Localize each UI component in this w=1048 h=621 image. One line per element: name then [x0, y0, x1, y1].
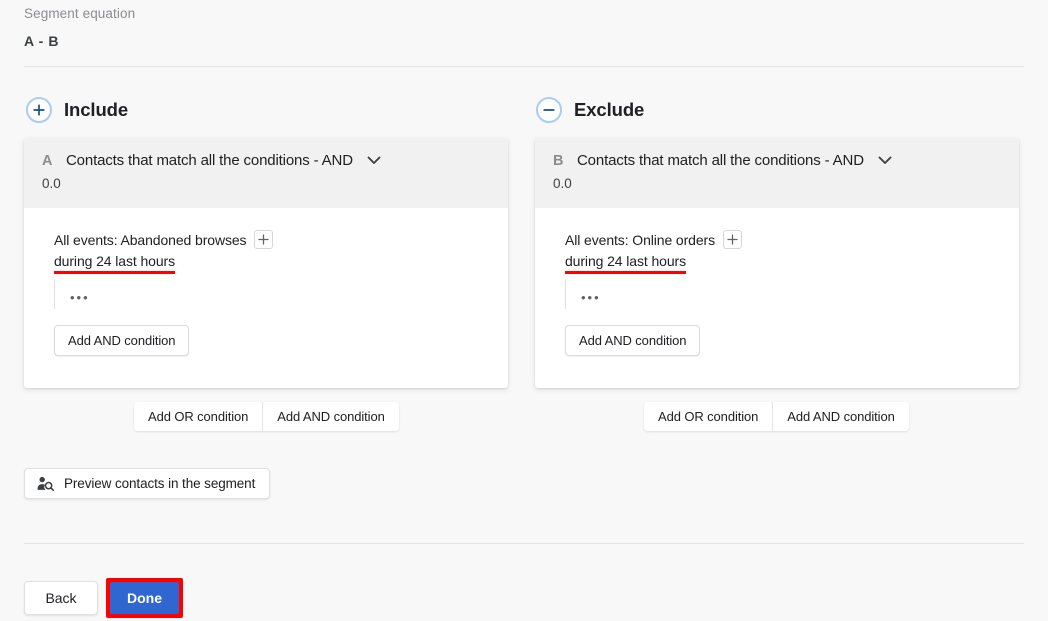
done-button[interactable]: Done [110, 582, 179, 614]
segment-builder-page: Segment equation A - B Include Exclude A… [0, 0, 1048, 621]
condition-overflow-icon-b[interactable]: ••• [581, 291, 601, 304]
preview-contacts-label: Preview contacts in the segment [64, 476, 256, 491]
segment-equation-value: A - B [24, 33, 60, 49]
card-add-and-button-a[interactable]: Add AND condition [54, 325, 190, 356]
card-letter-a: A [42, 152, 53, 169]
card-letter-b: B [553, 152, 564, 169]
condition-rail-b [565, 279, 566, 309]
condition-timeframe-text-a: during 24 last hours [54, 253, 175, 269]
condition-card-b: B Contacts that match all the conditions… [535, 138, 1019, 388]
chevron-down-icon[interactable] [878, 156, 892, 165]
person-search-icon [37, 476, 54, 491]
plus-circle-icon [26, 97, 52, 123]
add-and-condition-button-a[interactable]: Add AND condition [263, 402, 399, 431]
back-button[interactable]: Back [24, 581, 98, 615]
divider-top [24, 66, 1024, 67]
highlight-underline-b [565, 271, 686, 274]
section-title-include: Include [64, 99, 129, 120]
divider-bottom [24, 543, 1024, 544]
segment-equation-label: Segment equation [24, 6, 136, 21]
section-title-exclude: Exclude [574, 99, 645, 120]
add-event-plus-icon[interactable] [723, 230, 743, 249]
card-title-a: Contacts that match all the conditions -… [66, 152, 353, 169]
condition-actions-b: Add OR condition Add AND condition [644, 402, 909, 431]
highlight-underline-a [54, 271, 175, 274]
condition-card-a: A Contacts that match all the conditions… [24, 138, 508, 388]
condition-rail-a [54, 279, 55, 309]
condition-timeframe-text-b: during 24 last hours [565, 253, 686, 269]
condition-timeframe-a[interactable]: during 24 last hours [54, 253, 175, 274]
done-button-highlight: Done [106, 578, 183, 618]
card-count-b: 0.0 [553, 176, 572, 191]
card-body-b: All events: Online orders during 24 last… [535, 208, 1019, 356]
condition-event-a[interactable]: All events: Abandoned browses [54, 232, 247, 248]
condition-overflow-row-b: ••• [565, 279, 1019, 309]
add-or-condition-button-a[interactable]: Add OR condition [134, 402, 264, 431]
preview-contacts-button[interactable]: Preview contacts in the segment [24, 468, 271, 499]
add-or-condition-button-b[interactable]: Add OR condition [644, 402, 774, 431]
condition-event-b[interactable]: All events: Online orders [565, 232, 715, 248]
section-header-exclude: Exclude [536, 97, 644, 123]
card-title-b: Contacts that match all the conditions -… [577, 152, 864, 169]
card-count-a: 0.0 [42, 176, 61, 191]
condition-overflow-icon-a[interactable]: ••• [70, 291, 90, 304]
chevron-down-icon[interactable] [367, 156, 381, 165]
card-header-b: B Contacts that match all the conditions… [535, 138, 1019, 208]
card-header-a: A Contacts that match all the conditions… [24, 138, 508, 208]
condition-b: All events: Online orders during 24 last… [535, 230, 1019, 274]
card-add-and-button-b[interactable]: Add AND condition [565, 325, 701, 356]
add-event-plus-icon[interactable] [254, 230, 274, 249]
section-header-include: Include [26, 97, 128, 123]
add-and-condition-button-b[interactable]: Add AND condition [773, 402, 909, 431]
condition-overflow-row-a: ••• [54, 279, 508, 309]
condition-a: All events: Abandoned browses during 24 … [24, 230, 508, 274]
condition-actions-a: Add OR condition Add AND condition [134, 402, 399, 431]
condition-timeframe-b[interactable]: during 24 last hours [565, 253, 686, 274]
minus-circle-icon [536, 97, 562, 123]
card-body-a: All events: Abandoned browses during 24 … [24, 208, 508, 356]
